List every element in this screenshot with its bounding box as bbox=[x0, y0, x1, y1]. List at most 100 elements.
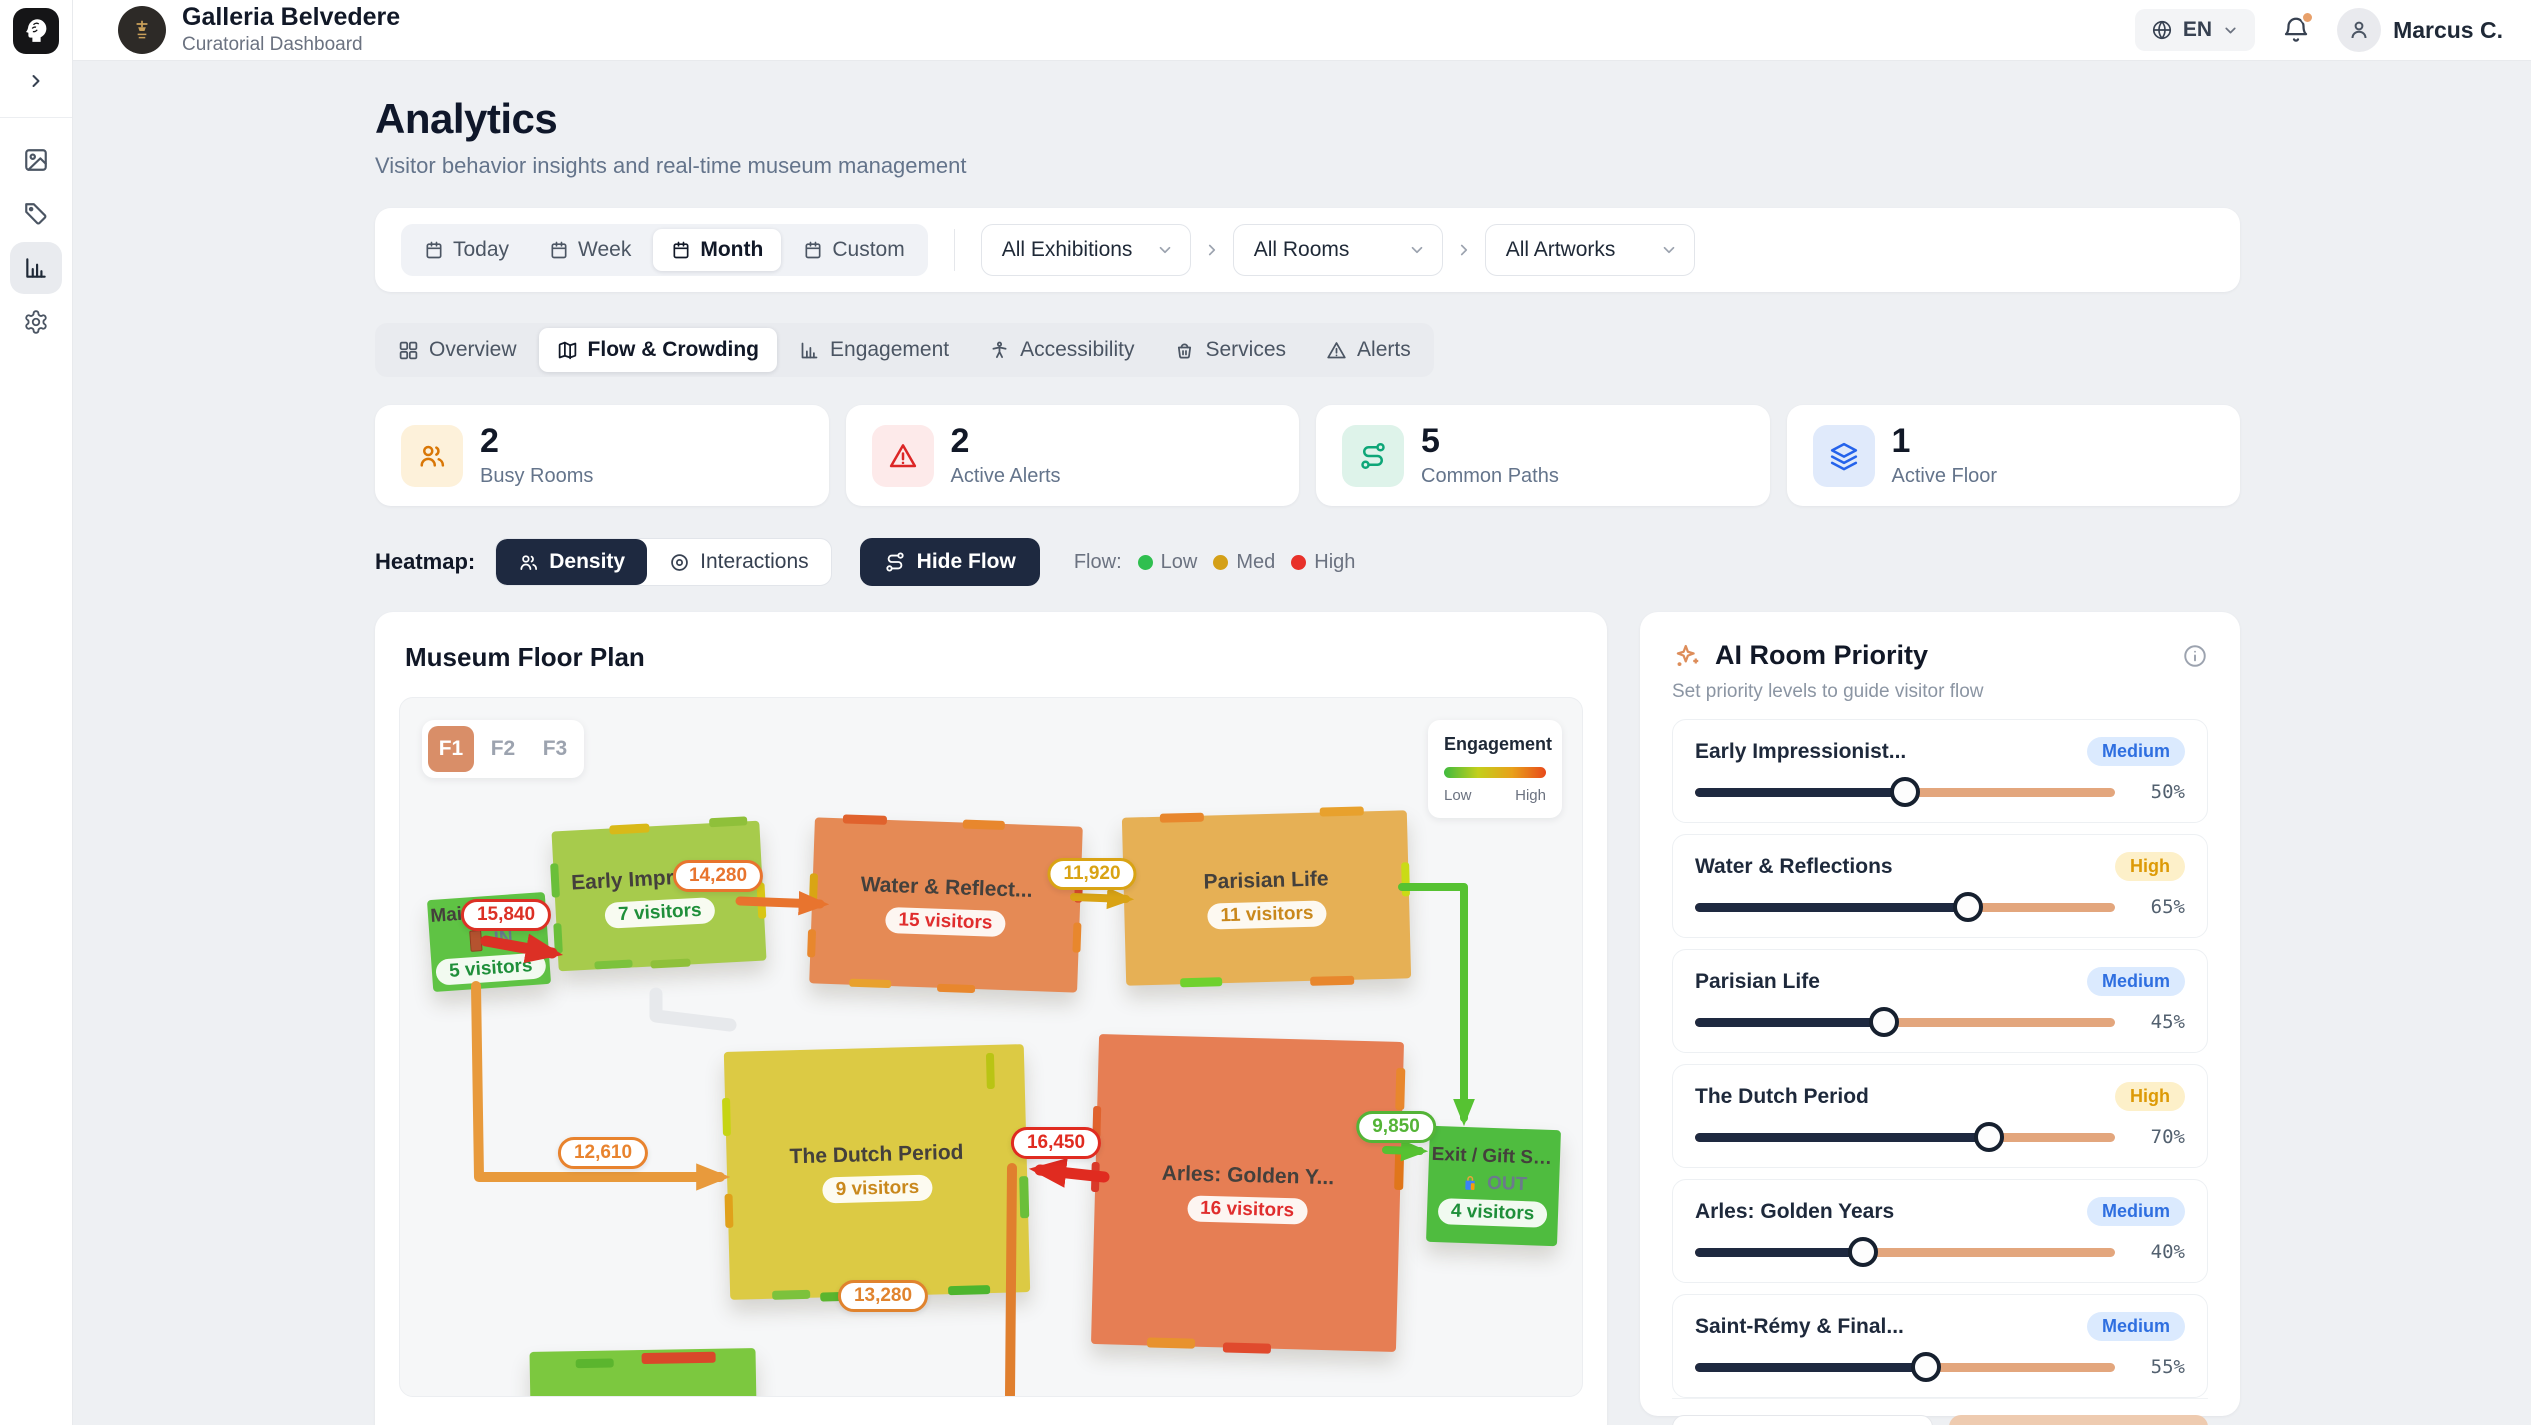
slider-room-name: Early Impressionist... bbox=[1695, 740, 1906, 764]
floor-button-f3[interactable]: F3 bbox=[532, 726, 578, 772]
tab-overview[interactable]: Overview bbox=[380, 328, 535, 372]
info-icon[interactable] bbox=[2182, 643, 2208, 669]
sparkles-icon bbox=[1672, 641, 1702, 671]
flow-count-badge: 12,610 bbox=[558, 1137, 648, 1169]
slider-thumb[interactable] bbox=[1848, 1237, 1878, 1267]
priority-slider-parisian-life: Parisian LifeMedium45% bbox=[1672, 949, 2208, 1053]
language-selector[interactable]: EN bbox=[2135, 9, 2255, 51]
flow-count-badge: 9,850 bbox=[1356, 1111, 1436, 1143]
ai-panel-subtitle: Set priority levels to guide visitor flo… bbox=[1672, 681, 2208, 703]
priority-level-badge: Medium bbox=[2087, 1312, 2185, 1341]
sidebar-item-settings[interactable] bbox=[10, 296, 62, 348]
filter-divider bbox=[954, 229, 955, 271]
room-unnamed[interactable] bbox=[529, 1348, 756, 1397]
slider-track[interactable] bbox=[1695, 1133, 2115, 1142]
ai-room-priority-panel: AI Room Priority Set priority levels to … bbox=[1640, 612, 2240, 1416]
slider-track[interactable] bbox=[1695, 1248, 2115, 1257]
basket-icon bbox=[1174, 340, 1195, 361]
chevron-right-icon bbox=[1203, 241, 1221, 259]
artwork-marker bbox=[1072, 922, 1081, 952]
grid-icon bbox=[398, 340, 419, 361]
floor-selector: F1F2F3 bbox=[422, 720, 584, 778]
slider-percent: 55% bbox=[2115, 1356, 2185, 1378]
slider-track[interactable] bbox=[1695, 903, 2115, 912]
sidebar-item-tags[interactable] bbox=[10, 188, 62, 240]
floor-button-f2[interactable]: F2 bbox=[480, 726, 526, 772]
ai-panel-title: AI Room Priority bbox=[1715, 640, 1928, 671]
visitor-count: 7 visitors bbox=[605, 897, 716, 929]
stat-value: 2 bbox=[951, 424, 1061, 458]
reset-button[interactable]: Reset bbox=[1672, 1415, 1933, 1425]
tab-alerts[interactable]: Alerts bbox=[1308, 328, 1429, 372]
accessibility-icon bbox=[989, 340, 1010, 361]
visitor-count: 11 visitors bbox=[1207, 900, 1327, 929]
calendar-icon bbox=[424, 240, 444, 260]
room-the-dutch-period[interactable]: The Dutch Period9 visitors bbox=[724, 1044, 1030, 1300]
room-water-reflect[interactable]: Water & Reflect...15 visitors bbox=[809, 817, 1083, 992]
heatmap-mode-density[interactable]: Density bbox=[496, 539, 647, 585]
priority-level-badge: High bbox=[2115, 852, 2185, 881]
slider-thumb[interactable] bbox=[1890, 777, 1920, 807]
stat-card-busy-rooms: 2Busy Rooms bbox=[375, 405, 829, 506]
slider-thumb[interactable] bbox=[1869, 1007, 1899, 1037]
user-menu[interactable]: Marcus C. bbox=[2337, 8, 2503, 52]
room-early-impressio[interactable]: Early Impressio...7 visitors bbox=[551, 821, 766, 972]
route-icon bbox=[1358, 441, 1388, 471]
room-arles-golden-y[interactable]: Arles: Golden Y...16 visitors bbox=[1091, 1034, 1404, 1352]
heatmap-mode-interactions[interactable]: Interactions bbox=[647, 539, 831, 585]
select-all-artworks[interactable]: All Artworks bbox=[1485, 224, 1695, 276]
slider-track[interactable] bbox=[1695, 788, 2115, 797]
hide-flow-button[interactable]: Hide Flow bbox=[860, 538, 1040, 586]
artwork-marker bbox=[963, 820, 1005, 830]
artwork-marker bbox=[1310, 976, 1354, 986]
select-all-exhibitions[interactable]: All Exhibitions bbox=[981, 224, 1191, 276]
select-all-rooms[interactable]: All Rooms bbox=[1233, 224, 1443, 276]
flow-early-to-dutch-idle bbox=[656, 994, 730, 1025]
slider-thumb[interactable] bbox=[1911, 1352, 1941, 1382]
room-name: Parisian Life bbox=[1203, 867, 1328, 894]
visitor-count: 4 visitors bbox=[1437, 1198, 1547, 1228]
stat-label: Active Floor bbox=[1892, 465, 1998, 488]
artwork-marker bbox=[1160, 813, 1204, 823]
date-range-week[interactable]: Week bbox=[531, 229, 649, 271]
floor-plan-canvas: F1F2F3 Engagement Low High Main Entrance… bbox=[399, 697, 1583, 1397]
date-range-custom[interactable]: Custom bbox=[785, 229, 922, 271]
room-parisian-life[interactable]: Parisian Life 11 visitors bbox=[1122, 810, 1411, 985]
artwork-marker bbox=[1395, 1068, 1405, 1110]
slider-thumb[interactable] bbox=[1974, 1122, 2004, 1152]
stat-card-active-floor: 1Active Floor bbox=[1787, 405, 2241, 506]
artwork-marker bbox=[1147, 1337, 1195, 1348]
heatmap-mode-toggle: DensityInteractions bbox=[495, 538, 831, 586]
slider-track[interactable] bbox=[1695, 1018, 2115, 1027]
tab-accessibility[interactable]: Accessibility bbox=[971, 328, 1152, 372]
room-exit-gift-shop[interactable]: Exit / Gift ShopOUT4 visitors bbox=[1426, 1126, 1561, 1247]
slider-thumb[interactable] bbox=[1953, 892, 1983, 922]
artwork-marker bbox=[1091, 1162, 1100, 1192]
globe-icon bbox=[2151, 19, 2173, 41]
notifications-button[interactable] bbox=[2281, 15, 2311, 45]
tab-flow-crowding[interactable]: Flow & Crowding bbox=[539, 328, 777, 372]
artwork-marker bbox=[725, 1194, 734, 1228]
slider-track[interactable] bbox=[1695, 1363, 2115, 1372]
slider-fill bbox=[1695, 1248, 1863, 1257]
sidebar-item-analytics[interactable] bbox=[10, 242, 62, 294]
map-icon bbox=[557, 340, 578, 361]
sidebar-expand-button[interactable] bbox=[0, 66, 72, 96]
main-content: Analytics Visitor behavior insights and … bbox=[73, 61, 2531, 1425]
tab-services[interactable]: Services bbox=[1156, 328, 1304, 372]
chevron-right-icon bbox=[26, 71, 46, 91]
tab-engagement[interactable]: Engagement bbox=[781, 328, 967, 372]
priority-level-badge: High bbox=[2115, 1082, 2185, 1111]
stat-card-common-paths: 5Common Paths bbox=[1316, 405, 1770, 506]
engagement-legend: Engagement Low High bbox=[1428, 720, 1562, 818]
sidebar-item-media[interactable] bbox=[10, 134, 62, 186]
layers-icon bbox=[1829, 441, 1859, 471]
floor-button-f1[interactable]: F1 bbox=[428, 726, 474, 772]
date-range-month[interactable]: Month bbox=[653, 229, 781, 271]
slider-percent: 40% bbox=[2115, 1241, 2185, 1263]
slider-percent: 50% bbox=[2115, 781, 2185, 803]
date-range-today[interactable]: Today bbox=[406, 229, 527, 271]
apply-button[interactable]: Apply bbox=[1949, 1415, 2208, 1425]
slider-room-name: Parisian Life bbox=[1695, 970, 1820, 994]
legend-dot bbox=[1138, 555, 1153, 570]
